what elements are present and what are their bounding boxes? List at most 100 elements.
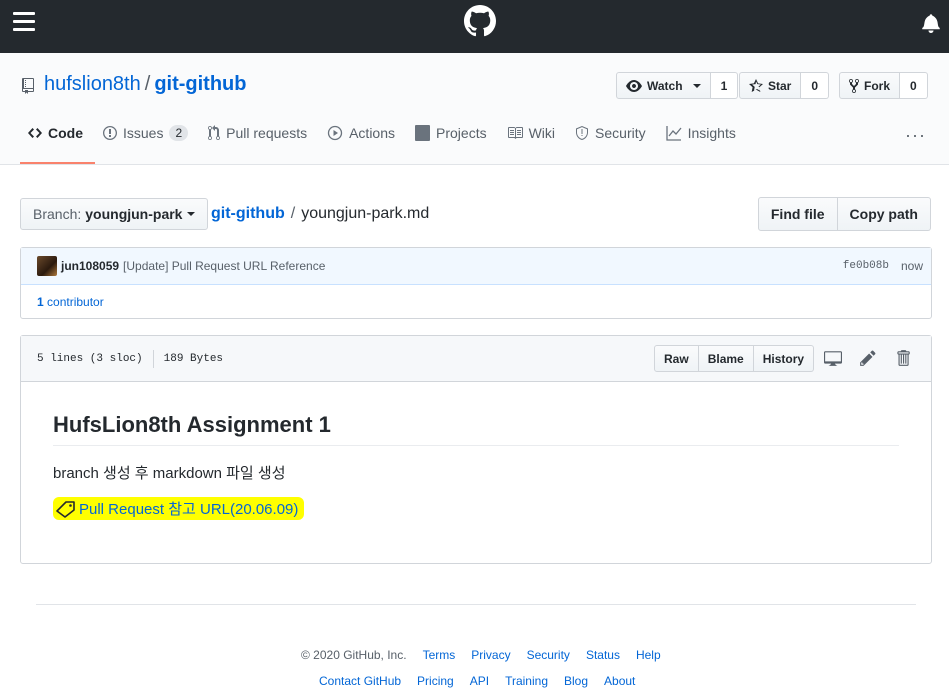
latest-commit: jun108059 [Update] Pull Request URL Refe… xyxy=(21,248,931,285)
chevron-down-icon xyxy=(692,83,701,88)
pencil-icon[interactable] xyxy=(859,349,877,367)
breadcrumb-file: youngjun-park.md xyxy=(301,205,430,222)
tab-pull-requests[interactable]: Pull requests xyxy=(200,112,319,164)
tab-code[interactable]: Code xyxy=(20,112,95,164)
footer-link-blog[interactable]: Blog xyxy=(564,674,588,688)
raw-button[interactable]: Raw xyxy=(654,345,699,372)
fork-group: Fork 0 xyxy=(839,72,928,99)
footer-link-api[interactable]: API xyxy=(470,674,489,688)
watch-button[interactable]: Watch xyxy=(616,72,711,99)
issues-counter: 2 xyxy=(169,125,189,141)
footer-link-pricing[interactable]: Pricing xyxy=(417,674,454,688)
tab-issues[interactable]: Issues 2 xyxy=(95,112,200,164)
bell-icon[interactable] xyxy=(922,13,940,33)
tab-label: Security xyxy=(595,125,646,141)
pull-request-link[interactable]: Pull Request 참고 URL(20.06.09) xyxy=(53,497,305,520)
footer-row-2: Contact GitHub Pricing API Training Blog… xyxy=(319,674,635,688)
watch-count[interactable]: 1 xyxy=(710,72,739,99)
commit-sha[interactable]: fe0b08b xyxy=(843,260,889,272)
tab-label: Code xyxy=(48,125,83,141)
trash-icon[interactable] xyxy=(894,349,912,367)
tab-label: Issues xyxy=(123,125,164,141)
github-logo-icon[interactable] xyxy=(464,5,496,37)
footer-link-security[interactable]: Security xyxy=(527,648,570,662)
star-group: Star 0 xyxy=(739,72,830,99)
star-button[interactable]: Star xyxy=(739,72,802,99)
avatar[interactable] xyxy=(37,256,57,276)
footer-link-help[interactable]: Help xyxy=(636,648,661,662)
code-icon xyxy=(28,128,42,138)
footer-link-training[interactable]: Training xyxy=(505,674,548,688)
hamburger-icon[interactable] xyxy=(13,12,35,32)
tab-label: Wiki xyxy=(528,125,556,141)
repo-name-link[interactable]: git-github xyxy=(154,73,246,95)
fork-button[interactable]: Fork xyxy=(839,72,901,99)
desktop-icon[interactable] xyxy=(824,349,842,367)
repo-nav-tabs: Code Issues 2 Pull requests Actions Proj… xyxy=(20,112,748,164)
footer-link-status[interactable]: Status xyxy=(586,648,620,662)
footer-link-contact[interactable]: Contact GitHub xyxy=(319,674,401,688)
file-box: 5 lines (3 sloc) 189 Bytes Raw Blame His… xyxy=(20,335,932,564)
shield-icon xyxy=(576,126,589,140)
tab-insights[interactable]: Insights xyxy=(658,112,748,164)
readme-paragraph: branch 생성 후 markdown 파일 생성 xyxy=(53,465,286,482)
file-nav-buttons: Find file Copy path xyxy=(757,197,931,231)
file-lines: 5 lines (3 sloc) xyxy=(37,352,143,365)
issue-icon xyxy=(103,126,117,140)
watch-group: Watch 1 xyxy=(616,72,739,99)
copyright: © 2020 GitHub, Inc. xyxy=(301,648,407,662)
file-size: 189 Bytes xyxy=(163,352,224,365)
footer-row-1: © 2020 GitHub, Inc. Terms Privacy Securi… xyxy=(301,648,661,662)
more-options-icon[interactable]: ··· xyxy=(905,125,926,146)
tab-label: Pull requests xyxy=(226,125,308,141)
copy-path-button[interactable]: Copy path xyxy=(837,197,931,231)
repo-title-separator: / xyxy=(144,73,151,95)
markdown-body: HufsLion8th Assignment 1 branch 생성 후 mar… xyxy=(21,382,931,566)
tag-icon xyxy=(56,500,75,518)
footer-link-privacy[interactable]: Privacy xyxy=(471,648,510,662)
branch-label: Branch: xyxy=(33,206,82,222)
star-count[interactable]: 0 xyxy=(801,72,830,99)
contributors-link[interactable]: 1 contributor xyxy=(21,285,931,319)
divider xyxy=(152,349,154,368)
tab-projects[interactable]: Projects xyxy=(407,112,499,164)
pull-request-icon xyxy=(208,125,221,140)
commit-time: now xyxy=(900,259,923,273)
contributors-count: 1 xyxy=(37,295,44,309)
graph-icon xyxy=(665,126,682,141)
tab-label: Actions xyxy=(349,125,396,141)
fork-label: Fork xyxy=(864,78,891,93)
repo-owner-link[interactable]: hufslion8th xyxy=(44,73,141,95)
watch-label: Watch xyxy=(647,78,683,93)
breadcrumb: git-github / youngjun-park.md xyxy=(211,205,429,223)
tab-security[interactable]: Security xyxy=(567,112,658,164)
play-icon xyxy=(327,125,343,141)
commit-author[interactable]: jun108059 xyxy=(61,259,119,273)
fork-count[interactable]: 0 xyxy=(900,72,928,99)
star-label: Star xyxy=(768,78,792,93)
tab-label: Insights xyxy=(687,125,736,141)
footer-link-terms[interactable]: Terms xyxy=(423,648,456,662)
footer-link-about[interactable]: About xyxy=(604,674,635,688)
readme-heading: HufsLion8th Assignment 1 xyxy=(53,412,899,446)
book-icon xyxy=(507,127,523,139)
tab-actions[interactable]: Actions xyxy=(319,112,407,164)
readme-link-paragraph: Pull Request 참고 URL(20.06.09) xyxy=(53,497,899,522)
star-icon xyxy=(749,78,763,92)
breadcrumb-root-link[interactable]: git-github xyxy=(211,205,285,222)
top-header xyxy=(0,0,949,53)
history-button[interactable]: History xyxy=(753,345,815,372)
commit-message[interactable]: [Update] Pull Request URL Reference xyxy=(123,259,843,273)
find-file-button[interactable]: Find file xyxy=(757,197,838,231)
eye-icon xyxy=(626,79,642,92)
branch-select-button[interactable]: Branch: youngjun-park xyxy=(20,198,209,230)
footer-divider xyxy=(36,604,916,605)
fork-icon xyxy=(849,78,859,93)
file-actions: Raw Blame History xyxy=(654,345,815,372)
pull-request-link-text: Pull Request 참고 URL(20.06.09) xyxy=(79,501,299,518)
contributors-label: contributor xyxy=(47,295,104,309)
repo-title: hufslion8th / git-github xyxy=(44,73,247,96)
blame-button[interactable]: Blame xyxy=(698,345,754,372)
tab-wiki[interactable]: Wiki xyxy=(499,112,567,164)
branch-value: youngjun-park xyxy=(85,206,183,222)
